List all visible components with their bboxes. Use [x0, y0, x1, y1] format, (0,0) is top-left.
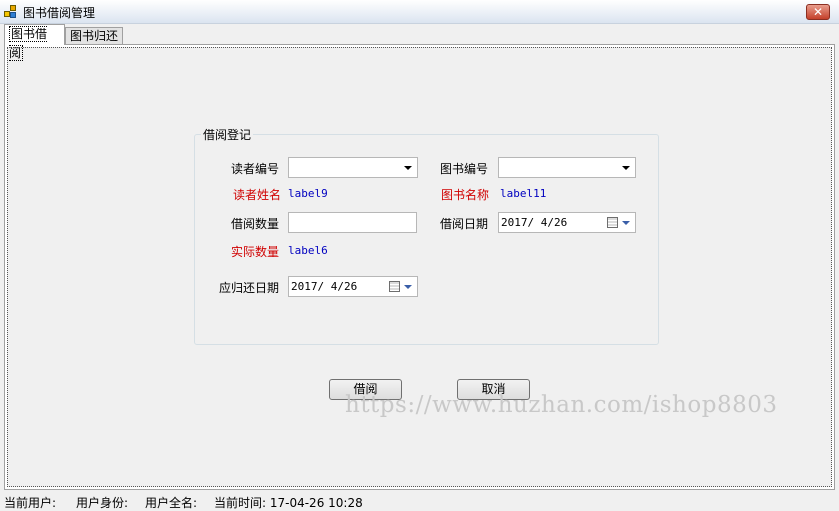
calendar-icon[interactable]	[389, 281, 400, 292]
close-button[interactable]: ✕	[806, 4, 830, 20]
actual-count-label: 实际数量	[231, 245, 280, 259]
status-current-time: 当前时间: 17-04-26 10:28	[214, 496, 363, 510]
chevron-down-icon[interactable]	[404, 166, 412, 170]
borrow-count-input[interactable]	[288, 212, 417, 233]
book-name-label: 图书名称	[441, 188, 490, 202]
book-id-combo[interactable]	[498, 157, 636, 178]
chevron-down-icon[interactable]	[404, 285, 412, 289]
status-current-user: 当前用户:	[4, 496, 57, 510]
title-bar: 图书借阅管理 ✕	[0, 0, 839, 24]
reader-name-label: 读者姓名	[233, 188, 282, 202]
borrow-count-label: 借阅数量	[231, 217, 280, 231]
watermark-text: https://www.huzhan.com/ishop8803	[345, 392, 778, 418]
chevron-down-icon[interactable]	[622, 166, 630, 170]
reader-name-value: label9	[288, 187, 328, 200]
due-date-label: 应归还日期	[219, 281, 280, 295]
borrow-date-value: 2017/ 4/26	[501, 216, 568, 229]
window-title: 图书借阅管理	[23, 6, 96, 20]
borrow-date-picker[interactable]: 2017/ 4/26	[498, 212, 636, 233]
tab-return[interactable]: 图书归还	[65, 27, 123, 44]
groupbox-title: 借阅登记	[201, 126, 254, 143]
actual-count-value: label6	[288, 244, 328, 257]
reader-id-label: 读者编号	[231, 162, 280, 176]
due-date-picker[interactable]: 2017/ 4/26	[288, 276, 418, 297]
borrow-date-label: 借阅日期	[440, 217, 489, 231]
app-icon	[4, 5, 18, 19]
calendar-icon[interactable]	[607, 217, 618, 228]
tab-return-label: 图书归还	[70, 29, 119, 43]
book-name-value: label11	[500, 187, 547, 200]
due-date-value: 2017/ 4/26	[291, 280, 358, 293]
status-user-fullname: 用户全名:	[145, 496, 198, 510]
chevron-down-icon[interactable]	[622, 221, 630, 225]
status-user-role: 用户身份:	[76, 496, 129, 510]
book-id-label: 图书编号	[440, 162, 489, 176]
tab-borrow[interactable]: 图书借阅	[4, 24, 65, 61]
reader-id-combo[interactable]	[288, 157, 418, 178]
